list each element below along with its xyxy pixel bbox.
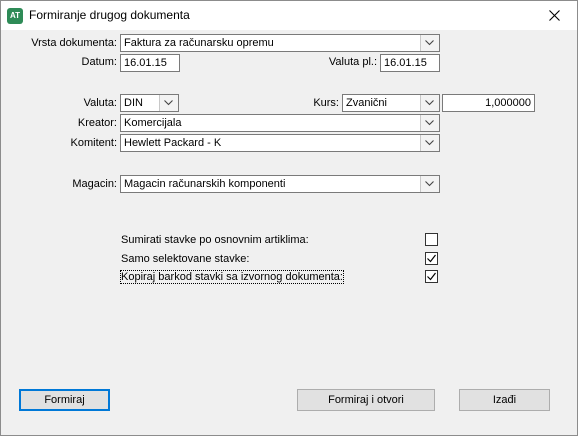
valuta-value: DIN	[124, 97, 143, 109]
chevron-down-icon	[164, 100, 173, 106]
chevron-down-icon	[425, 140, 434, 146]
kreator-label: Kreator:	[77, 117, 117, 129]
valuta-pl-field[interactable]: 16.01.15	[380, 54, 440, 72]
kreator-dropdown-button[interactable]	[420, 115, 439, 131]
option-selektovane-label[interactable]: Samo selektovane stavke:	[121, 253, 249, 265]
kurs-combo[interactable]: Zvanični	[342, 94, 440, 112]
kurs-amount-field[interactable]: 1,000000	[442, 94, 535, 112]
option-sumirati-checkbox[interactable]	[425, 233, 438, 246]
komitent-value: Hewlett Packard - K	[124, 137, 222, 149]
option-sumirati-label[interactable]: Sumirati stavke po osnovnim artiklima:	[121, 234, 309, 246]
dialog-window: AT Formiranje drugog dokumenta Vrsta dok…	[0, 0, 578, 436]
komitent-combo[interactable]: Hewlett Packard - K	[120, 134, 440, 152]
formiraj-i-otvori-button[interactable]: Formiraj i otvori	[297, 389, 435, 411]
vrsta-dokumenta-combo[interactable]: Faktura za računarsku opremu	[120, 34, 440, 52]
magacin-combo[interactable]: Magacin računarskih komponenti	[120, 175, 440, 193]
datum-field[interactable]: 16.01.15	[120, 54, 180, 72]
vrsta-dokumenta-dropdown-button[interactable]	[420, 35, 439, 51]
magacin-label: Magacin:	[72, 178, 117, 190]
option-selektovane-checkbox[interactable]	[425, 252, 438, 265]
valuta-combo[interactable]: DIN	[120, 94, 179, 112]
kurs-label: Kurs:	[313, 97, 339, 109]
chevron-down-icon	[425, 40, 434, 46]
komitent-dropdown-button[interactable]	[420, 135, 439, 151]
datum-label: Datum:	[81, 56, 117, 68]
kreator-value: Komercijala	[124, 117, 182, 129]
formiraj-button[interactable]: Formiraj	[19, 389, 110, 411]
chevron-down-icon	[425, 100, 434, 106]
valuta-pl-label: Valuta pl.:	[328, 56, 377, 68]
option-barkod-label[interactable]: Kopiraj barkod stavki sa izvornog dokume…	[120, 270, 344, 284]
app-icon: AT	[7, 8, 23, 24]
chevron-down-icon	[425, 181, 434, 187]
magacin-dropdown-button[interactable]	[420, 176, 439, 192]
window-title: Formiranje drugog dokumenta	[29, 8, 190, 22]
kurs-dropdown-button[interactable]	[420, 95, 439, 111]
komitent-label: Komitent:	[70, 137, 117, 149]
magacin-value: Magacin računarskih komponenti	[124, 178, 286, 190]
vrsta-dokumenta-label: Vrsta dokumenta:	[31, 37, 117, 49]
kreator-combo[interactable]: Komercijala	[120, 114, 440, 132]
valuta-label: Valuta:	[83, 97, 117, 109]
izadi-button[interactable]: Izađi	[459, 389, 550, 411]
close-icon	[548, 10, 560, 21]
checkmark-icon	[427, 272, 436, 281]
kurs-value: Zvanični	[346, 97, 387, 109]
chevron-down-icon	[425, 120, 434, 126]
checkmark-icon	[427, 254, 436, 263]
close-button[interactable]	[531, 1, 577, 30]
title-bar: AT Formiranje drugog dokumenta	[1, 1, 577, 30]
option-barkod-checkbox[interactable]	[425, 270, 438, 283]
vrsta-dokumenta-value: Faktura za računarsku opremu	[124, 37, 274, 49]
valuta-dropdown-button[interactable]	[159, 95, 178, 111]
